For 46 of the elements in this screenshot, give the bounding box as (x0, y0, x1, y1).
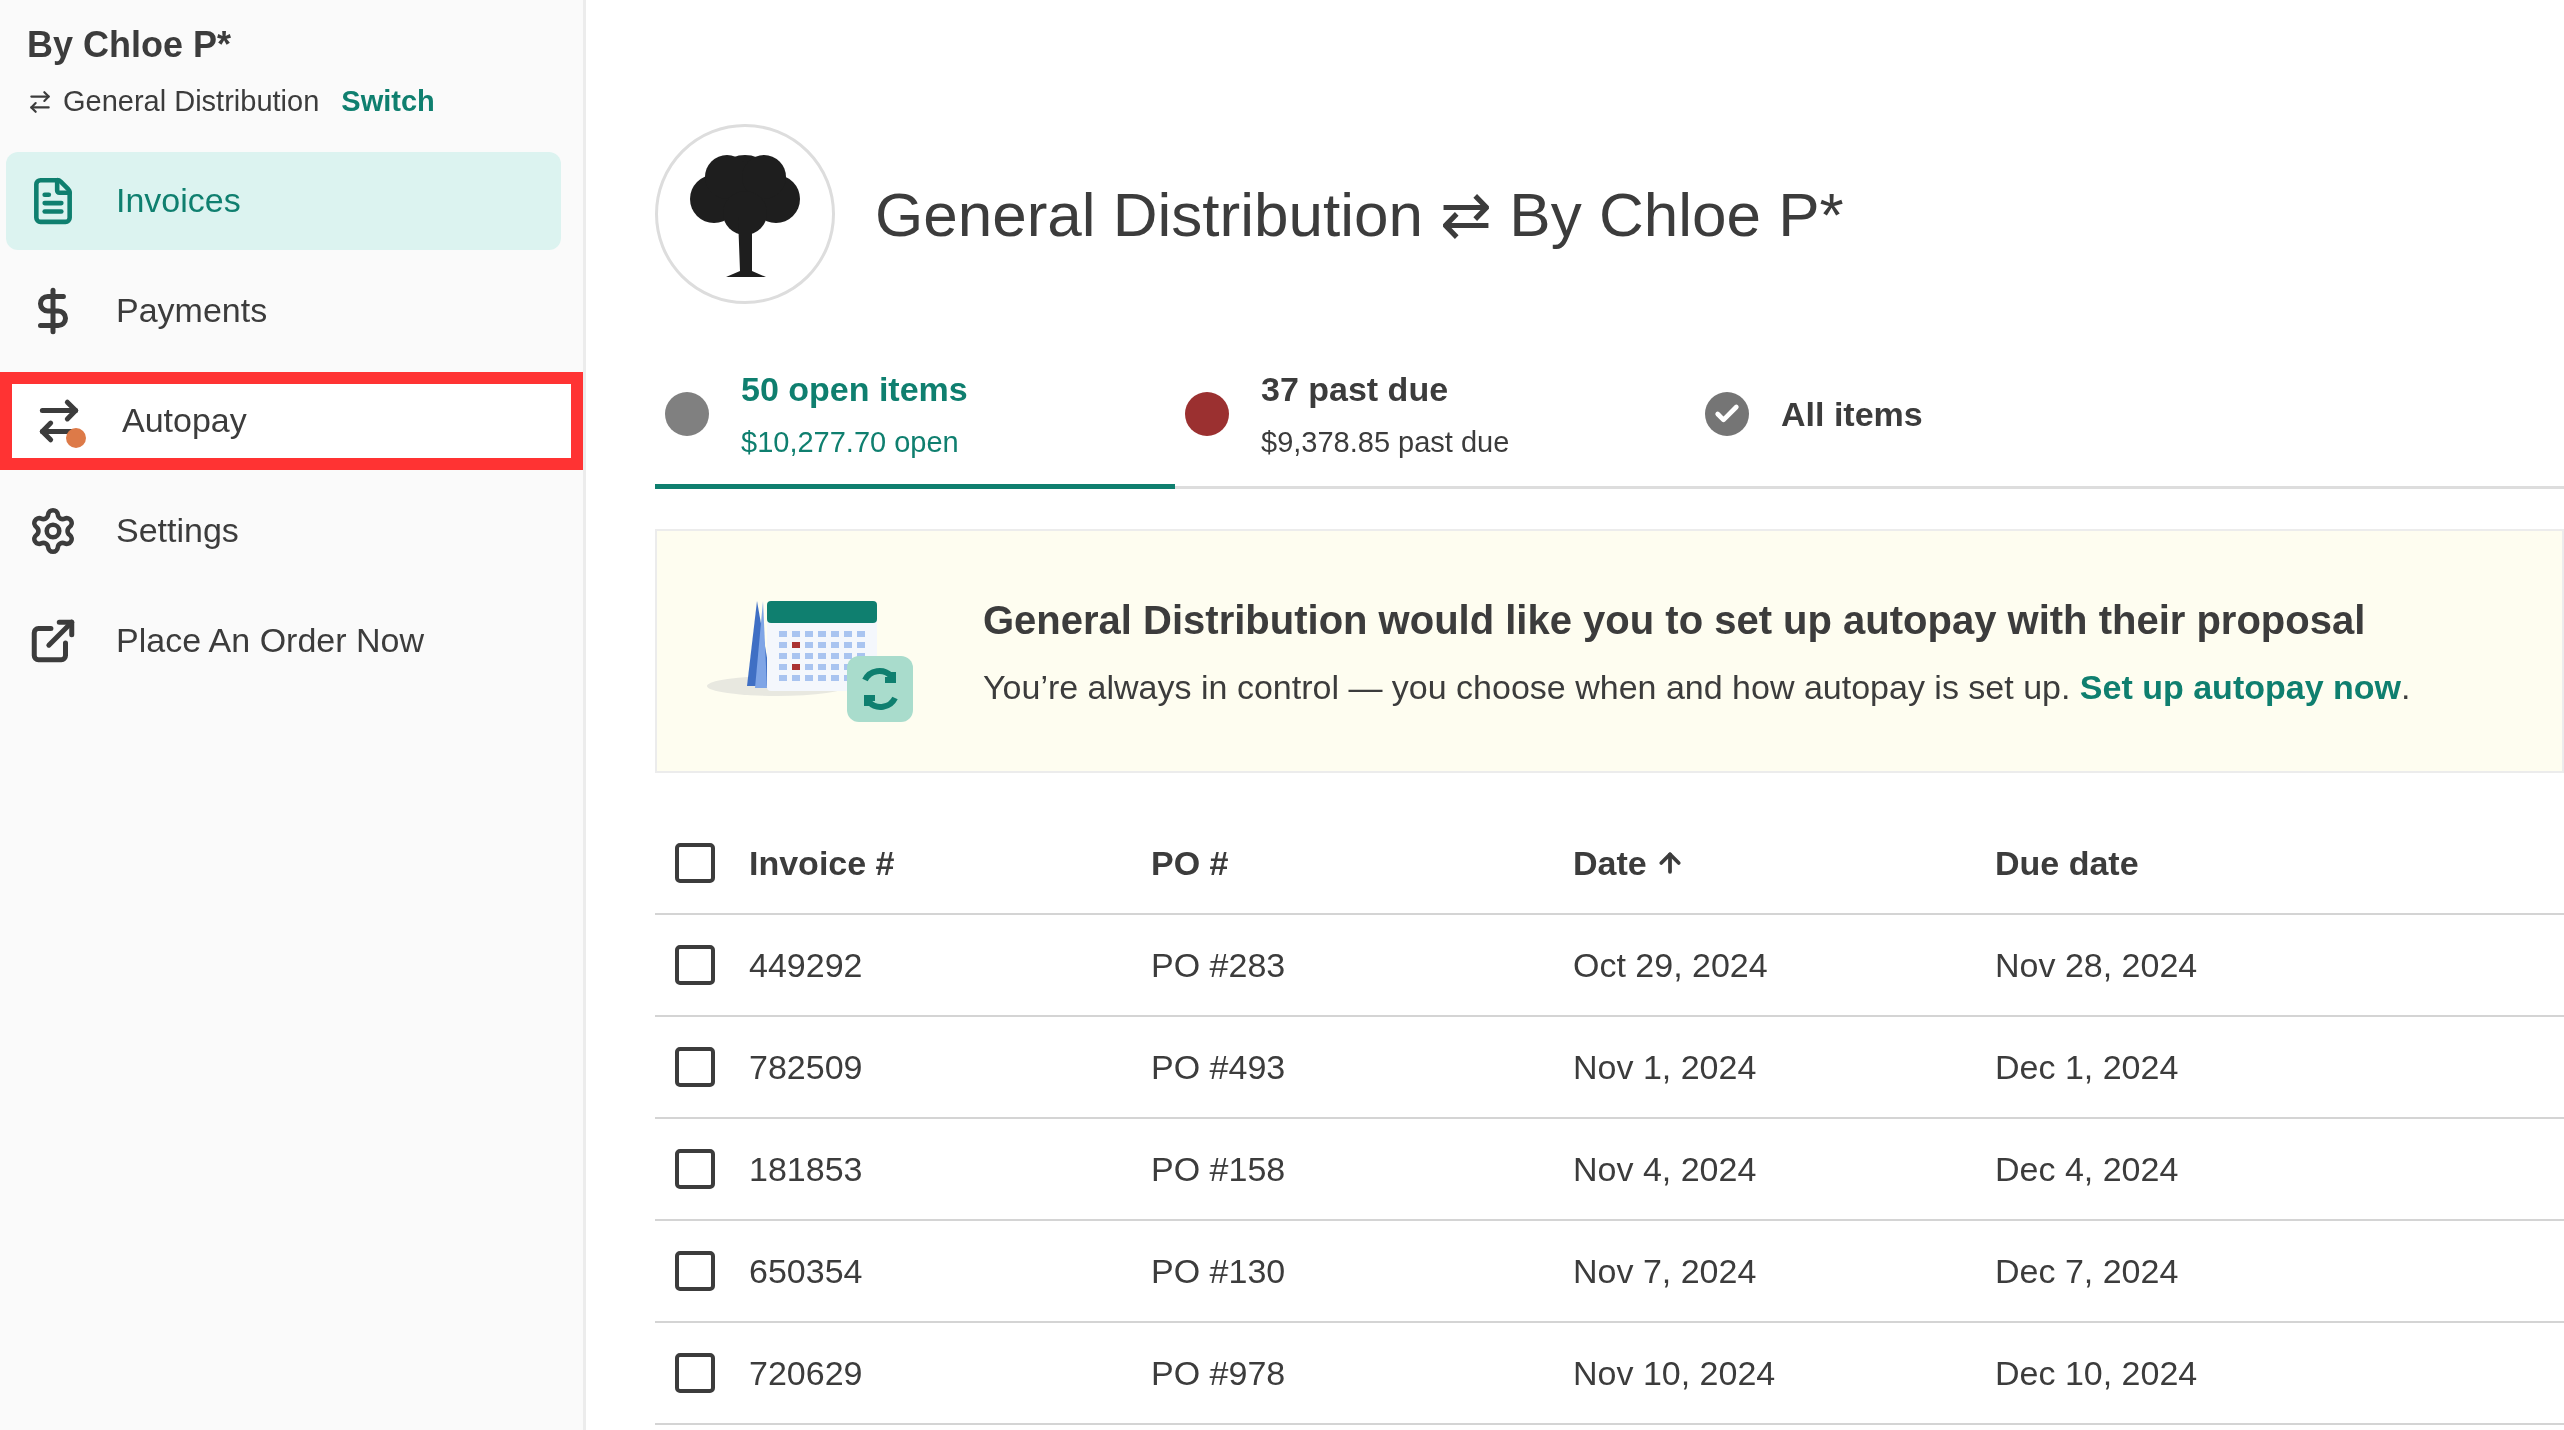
table-cell-text: Nov 1, 2024 (1573, 1046, 1758, 1088)
filter-tab[interactable]: 37 past due $9,378.85 past due (1175, 344, 1695, 489)
checkbox[interactable] (675, 1047, 715, 1087)
checkbox[interactable] (675, 945, 715, 985)
table-cell-text: Dec 4, 2024 (1995, 1148, 2180, 1190)
nav-item[interactable]: Invoices (6, 151, 561, 250)
banner-text: You’re always in control — you choose when and how autopay is set up. Set up autopay now. (983, 666, 2411, 708)
table-cell-text: PO #130 (1151, 1250, 1287, 1292)
table-cell-text: Nov 28, 2024 (1995, 944, 2199, 986)
checkbox[interactable] (675, 1149, 715, 1189)
table-cell-text: 181853 (749, 1148, 864, 1190)
column-header[interactable]: Date (1573, 837, 1647, 889)
table-cell-text: 449292 (749, 944, 864, 986)
table-cell-text: Dec 7, 2024 (1995, 1250, 2180, 1292)
column-header[interactable]: Invoice # (749, 837, 895, 889)
checkbox[interactable] (675, 843, 715, 883)
nav-item[interactable]: Payments (6, 261, 561, 360)
banner-title: General Distribution would like you to set up autopay with their proposal (983, 596, 2367, 644)
checkbox[interactable] (675, 1251, 715, 1291)
table-cell-text: 720629 (749, 1352, 864, 1394)
nav-item[interactable]: Place An Order Now (6, 591, 561, 690)
switch-link[interactable]: Switch (341, 80, 435, 124)
table-cell-text: PO #493 (1151, 1046, 1287, 1088)
table-cell-text: PO #158 (1151, 1148, 1287, 1190)
table-cell-text: Nov 4, 2024 (1573, 1148, 1758, 1190)
nav-item[interactable]: Autopay (0, 371, 583, 470)
filter-tab[interactable]: 50 open items $10,277.70 open (655, 344, 1175, 489)
table-cell-text: Dec 10, 2024 (1995, 1352, 2199, 1394)
table-cell-text: PO #283 (1151, 944, 1287, 986)
table-cell-text: 650354 (749, 1250, 864, 1292)
account-name: By Chloe P* (27, 23, 233, 67)
page-title: General Distribution ⇄ By Chloe P* (875, 178, 1844, 251)
table-cell-text: Dec 1, 2024 (1995, 1046, 2180, 1088)
column-header[interactable]: Due date (1995, 837, 2139, 889)
table-cell-text: Nov 7, 2024 (1573, 1250, 1758, 1292)
table-cell-text: Oct 29, 2024 (1573, 944, 1769, 986)
table-cell-text: PO #978 (1151, 1352, 1287, 1394)
table-cell-text: Nov 10, 2024 (1573, 1352, 1777, 1394)
table-cell-text: 782509 (749, 1046, 864, 1088)
setup-autopay-link[interactable]: Set up autopay now (2079, 667, 2401, 706)
switch-icon (27, 88, 53, 115)
filter-tab[interactable]: All items (1695, 344, 2215, 489)
column-header[interactable]: PO # (1151, 837, 1229, 889)
vendor-name: General Distribution (63, 84, 320, 119)
checkbox[interactable] (675, 1353, 715, 1393)
nav-item[interactable]: Settings (6, 481, 561, 580)
